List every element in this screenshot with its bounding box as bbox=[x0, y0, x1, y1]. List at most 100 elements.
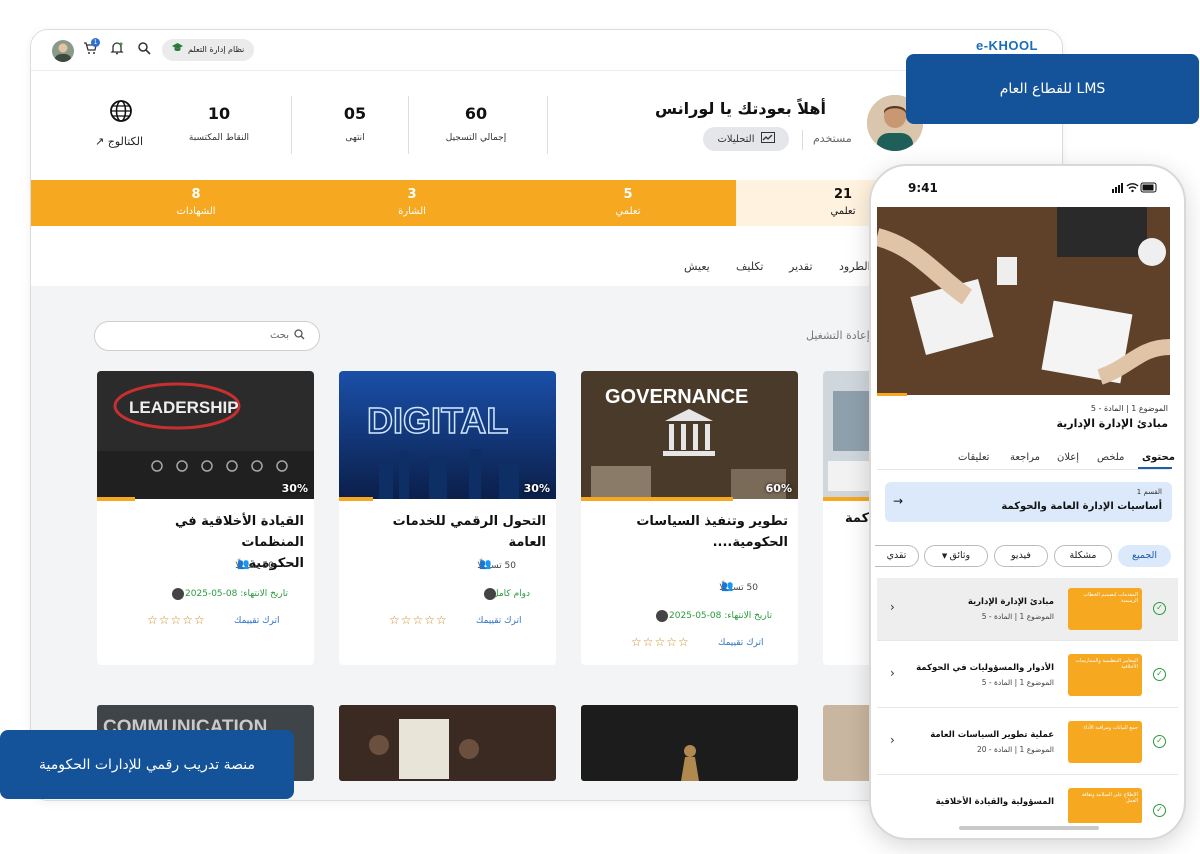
status-icons bbox=[1112, 182, 1158, 196]
tagline-badge: منصة تدريب رقمي للإدارات الحكومية bbox=[0, 730, 294, 799]
course-title[interactable]: كمة bbox=[845, 511, 869, 526]
filter-tab[interactable]: يعيش bbox=[684, 260, 710, 273]
lesson-row[interactable]: مبادئ الإدارة الإدارية الموضوع 1 | الماد… bbox=[877, 578, 1178, 640]
search-input[interactable]: بحث bbox=[94, 321, 320, 351]
section-banner[interactable]: القسم 1 أساسيات الإدارة العامة والحوكمة … bbox=[885, 482, 1172, 522]
lesson-row-title: الأدوار والمسؤوليات في الحوكمة bbox=[916, 663, 1054, 673]
chevron-right-icon[interactable]: › bbox=[890, 600, 895, 614]
chip-problem[interactable]: مشكلة bbox=[1054, 545, 1112, 567]
course-title[interactable]: تطوير وتنفيذ السياسات الحكومية.... bbox=[593, 511, 788, 553]
lesson-row-meta: الموضوع 1 | المادة - 5 bbox=[981, 678, 1054, 687]
course-title[interactable]: التحول الرقمي للخدمات العامة bbox=[351, 511, 546, 553]
rate-link[interactable]: اترك تقييمك bbox=[718, 638, 764, 648]
filter-tab[interactable]: تقدير bbox=[789, 260, 813, 273]
course-percent: 30% bbox=[523, 482, 550, 495]
replay-label[interactable]: إعادة التشغيل bbox=[806, 329, 870, 342]
svg-text:DIGITAL: DIGITAL bbox=[367, 400, 508, 441]
chevron-right-icon[interactable]: › bbox=[890, 733, 895, 747]
tab-summary[interactable]: ملخص bbox=[1097, 452, 1124, 463]
svg-text:GOVERNANCE: GOVERNANCE bbox=[605, 386, 748, 408]
lesson-row[interactable]: عملية تطوير السياسات العامة الموضوع 1 | … bbox=[877, 711, 1178, 773]
section-label: القسم 1 bbox=[1136, 488, 1162, 496]
divider bbox=[291, 96, 292, 154]
course-title[interactable]: القيادة الأخلاقية في المنظمات الحكومية bbox=[109, 511, 304, 574]
course-thumbnail[interactable] bbox=[581, 705, 798, 781]
rate-link[interactable]: اترك تقييمك bbox=[234, 616, 280, 626]
clock-icon bbox=[172, 588, 184, 600]
course-card[interactable]: LEADERSHIP 30% القيادة الأخلاقية في المن… bbox=[97, 371, 314, 665]
chart-icon bbox=[760, 132, 775, 146]
course-thumbnail[interactable] bbox=[339, 705, 556, 781]
svg-text:LEADERSHIP: LEADERSHIP bbox=[129, 398, 239, 417]
tab-review[interactable]: مراجعة bbox=[1010, 452, 1040, 463]
row-divider bbox=[877, 707, 1178, 708]
lesson-row-meta: الموضوع 1 | المادة - 20 bbox=[976, 745, 1054, 754]
rate-link[interactable]: اترك تقييمك bbox=[476, 616, 522, 626]
chip-all[interactable]: الجميع bbox=[1118, 545, 1171, 567]
chip-grading[interactable]: تقدي bbox=[875, 545, 919, 567]
progress-tab-value[interactable]: 5 bbox=[588, 187, 668, 202]
check-icon: ✓ bbox=[1153, 668, 1166, 681]
course-card[interactable]: DIGITAL 30% التحول الرقمي للخدمات العامة… bbox=[339, 371, 556, 665]
analytics-button[interactable]: التحليلات bbox=[703, 127, 789, 151]
progress-tab-label[interactable]: الشارة bbox=[362, 206, 462, 217]
progress-tab-label[interactable]: تعلمي bbox=[578, 206, 678, 217]
tab-content[interactable]: محتوى bbox=[1142, 452, 1175, 463]
chevron-right-icon[interactable]: › bbox=[890, 666, 895, 680]
course-percent: 30% bbox=[281, 482, 308, 495]
search-icon bbox=[294, 329, 305, 343]
bell-icon[interactable] bbox=[110, 41, 124, 59]
user-avatar[interactable] bbox=[52, 40, 74, 62]
course-progress-bar bbox=[823, 497, 869, 501]
chip-video[interactable]: فيديو bbox=[994, 545, 1048, 567]
tab-divider bbox=[877, 469, 1170, 470]
lesson-row[interactable]: المسؤولية والقيادة الأخلاقية الإطلاع على… bbox=[877, 778, 1178, 823]
course-card[interactable]: GOVERNANCE 60% تطوير وتنفيذ السياسات الحك… bbox=[581, 371, 798, 665]
brand-logo[interactable]: e-KHOOL bbox=[976, 38, 1038, 53]
users-icon: 👥 bbox=[237, 559, 250, 570]
course-progress-bar bbox=[97, 497, 135, 501]
tab-announcement[interactable]: إعلان bbox=[1057, 452, 1079, 463]
progress-tab-value[interactable]: 3 bbox=[372, 187, 452, 202]
lesson-title: مبادئ الإدارة الإدارية bbox=[1056, 417, 1168, 430]
search-icon[interactable] bbox=[137, 41, 151, 59]
course-image: DIGITAL bbox=[339, 371, 556, 499]
clock-icon bbox=[484, 588, 496, 600]
rating-stars[interactable]: ☆☆☆☆☆ bbox=[631, 635, 690, 649]
check-icon: ✓ bbox=[1153, 804, 1166, 817]
progress-tab-value[interactable]: 8 bbox=[156, 187, 236, 202]
stat-finished-value: 05 bbox=[343, 104, 367, 123]
chip-documents[interactable]: ▼ وثائق bbox=[924, 545, 988, 567]
catalog-link[interactable]: ↗ الكتالوج bbox=[95, 135, 143, 148]
lms-chip-label: نظام إدارة التعلم bbox=[188, 45, 245, 54]
lesson-thumbnail: جمع البيانات ومراقبة الأداء bbox=[1068, 721, 1142, 763]
tab-underline bbox=[1138, 467, 1172, 469]
course-deadline: تاريخ الانتهاء: 08-05-2025 bbox=[185, 589, 288, 599]
course-status: دوام كامل bbox=[492, 589, 530, 599]
progress-tab-label[interactable]: الشهادات bbox=[146, 206, 246, 217]
catalog-label: الكتالوج bbox=[107, 135, 144, 148]
tab-comments[interactable]: تعليقات bbox=[958, 452, 989, 463]
filter-tab[interactable]: الطرود bbox=[839, 260, 871, 273]
stage: 1 نظام إدارة التعلم e-KHOOL أهلاً بعودتك… bbox=[0, 0, 1200, 854]
lesson-row-title: المسؤولية والقيادة الأخلاقية bbox=[935, 797, 1054, 807]
globe-icon[interactable] bbox=[109, 99, 133, 123]
row-divider bbox=[877, 774, 1178, 775]
check-icon: ✓ bbox=[1153, 602, 1166, 615]
user-role: مستخدم bbox=[813, 132, 852, 145]
filter-tab[interactable]: تكليف bbox=[736, 260, 763, 273]
lms-chip[interactable]: نظام إدارة التعلم bbox=[162, 39, 255, 61]
users-icon: 👥 bbox=[721, 581, 734, 592]
external-arrow-icon: ↗ bbox=[95, 135, 105, 148]
divider bbox=[408, 96, 409, 154]
lesson-meta: الموضوع 1 | المادة - 5 bbox=[1090, 404, 1168, 413]
rating-stars[interactable]: ☆☆☆☆☆ bbox=[389, 613, 448, 627]
greeting: أهلاً بعودتك يا لورانس bbox=[655, 99, 826, 118]
lesson-row-title: عملية تطوير السياسات العامة bbox=[930, 730, 1054, 740]
home-indicator bbox=[959, 826, 1099, 830]
lesson-row[interactable]: الأدوار والمسؤوليات في الحوكمة الموضوع 1… bbox=[877, 644, 1178, 706]
check-icon: ✓ bbox=[1153, 735, 1166, 748]
divider bbox=[802, 130, 803, 150]
stat-total-enrolled-label: إجمالي التسجيل bbox=[445, 133, 507, 143]
rating-stars[interactable]: ☆☆☆☆☆ bbox=[147, 613, 206, 627]
